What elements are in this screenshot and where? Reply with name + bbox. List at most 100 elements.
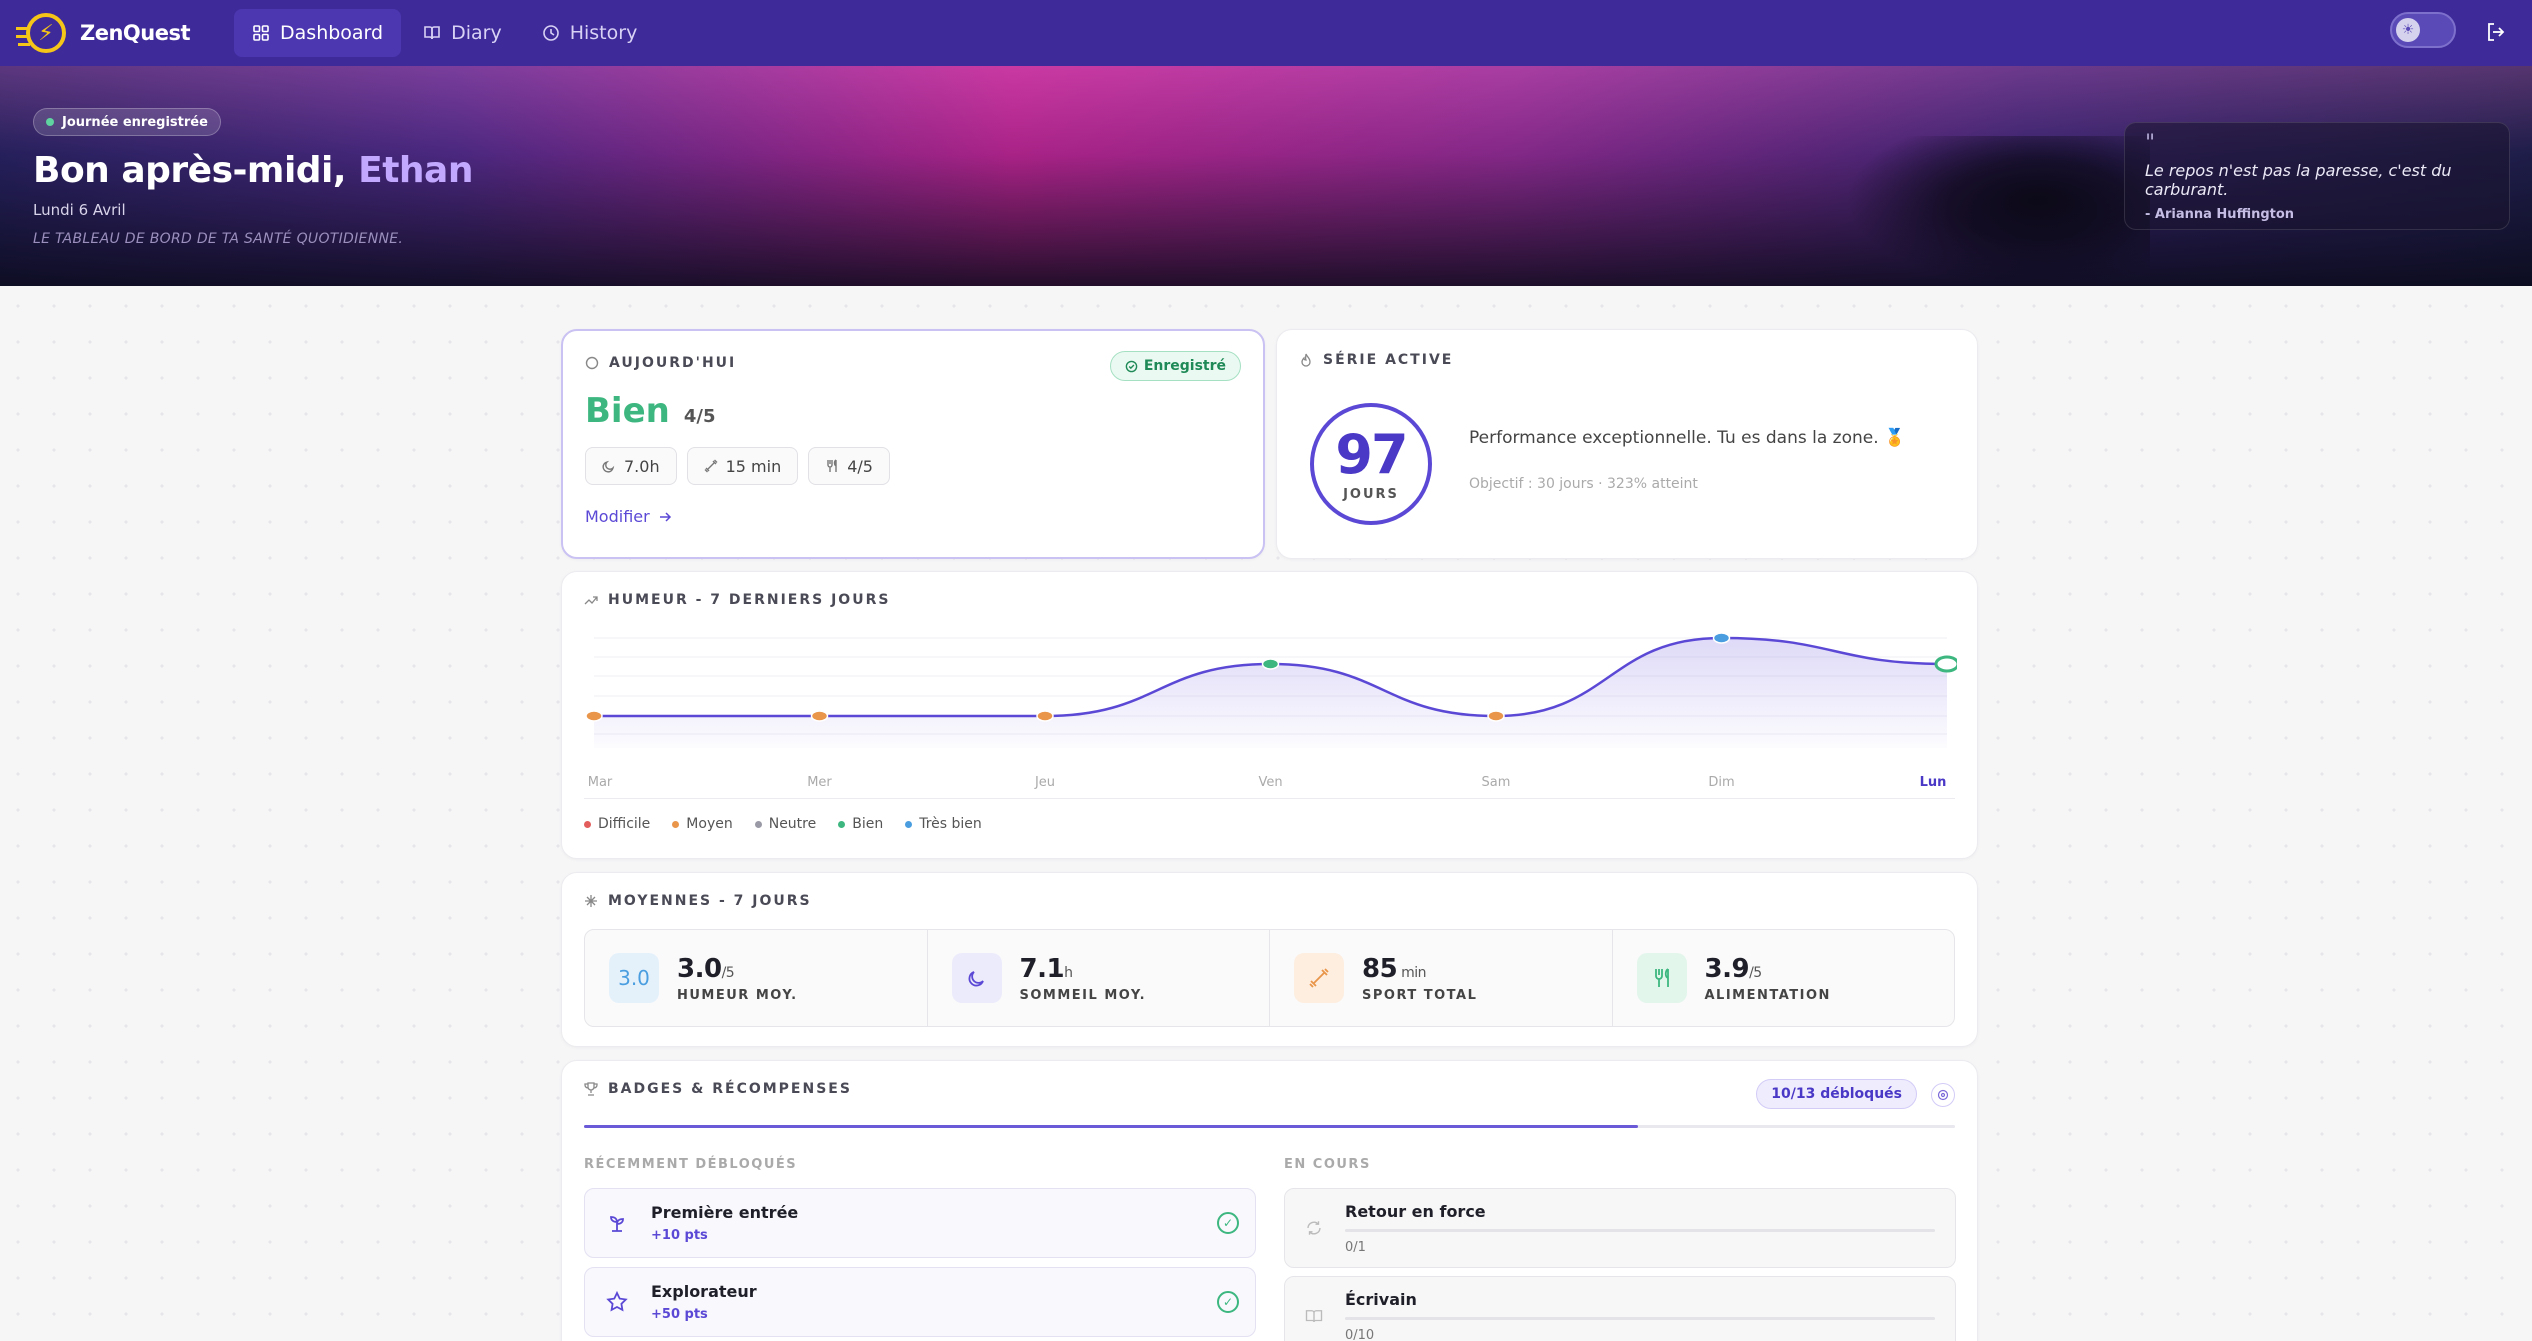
badge-comeback[interactable]: Retour en force 0/1 xyxy=(1284,1188,1956,1268)
avg-mood-icon-text: 3.0 xyxy=(618,966,650,990)
moon-icon xyxy=(602,460,615,473)
mood-point xyxy=(1261,658,1280,670)
top-navbar: ⚡ ZenQuest Dashboard Diary History ☀ xyxy=(0,0,2532,66)
app-name: ZenQuest xyxy=(80,21,191,45)
status-dot-icon xyxy=(46,118,54,126)
badge-writer[interactable]: Écrivain 0/10 xyxy=(1284,1276,1956,1341)
food-value: 4/5 xyxy=(847,456,873,476)
avg-sport-label: SPORT TOTAL xyxy=(1362,987,1478,1003)
status-label: Enregistré xyxy=(1143,358,1226,374)
sleep-value: 7.0h xyxy=(624,456,660,476)
mood-legend: Difficile Moyen Neutre Bien Très bien xyxy=(584,816,982,832)
avg-sleep-label: SOMMEIL MOY. xyxy=(1019,987,1147,1003)
logout-button[interactable] xyxy=(2474,10,2518,54)
badge-name: Retour en force xyxy=(1345,1201,1486,1221)
star-icon xyxy=(606,1290,628,1312)
avg-food-unit: /5 xyxy=(1749,964,1762,981)
hero-subtitle: LE TABLEAU DE BORD DE TA SANTÉ QUOTIDIEN… xyxy=(33,231,404,247)
legend-item: Moyen xyxy=(672,816,733,832)
logo[interactable]: ⚡ ZenQuest xyxy=(16,13,191,53)
streak-title: SÉRIE ACTIVE xyxy=(1323,352,1454,368)
dumbbell-icon xyxy=(704,459,718,473)
in-progress-title: EN COURS xyxy=(1284,1157,1371,1172)
averages-card: MOYENNES - 7 JOURS 3.0 3.0/5 HUMEUR MOY.… xyxy=(561,872,1978,1047)
arrow-right-icon xyxy=(659,511,671,522)
badges-card: BADGES & RÉCOMPENSES 10/13 débloqués RÉC… xyxy=(561,1060,1978,1341)
recent-badges-title: RÉCEMMENT DÉBLOQUÉS xyxy=(584,1157,798,1172)
circle-icon xyxy=(585,356,599,370)
legend-dot-icon xyxy=(838,820,846,828)
refresh-icon xyxy=(1307,1221,1321,1235)
legend-dot-icon xyxy=(754,820,762,828)
mood-chart-title: HUMEUR - 7 DERNIERS JOURS xyxy=(608,592,891,608)
badge-name: Écrivain xyxy=(1345,1289,1417,1309)
today-title: AUJOURD'HUI xyxy=(609,355,737,371)
legend-label: Difficile xyxy=(598,816,651,832)
badges-title: BADGES & RÉCOMPENSES xyxy=(608,1081,852,1097)
grid-icon xyxy=(253,25,269,41)
nav-dashboard-label: Dashboard xyxy=(280,22,384,44)
theme-toggle[interactable]: ☀ xyxy=(2390,12,2456,48)
check-circle-icon: ✓ xyxy=(1217,1212,1239,1234)
legend-label: Très bien xyxy=(919,816,982,832)
streak-goal: Objectif : 30 jours · 323% atteint xyxy=(1469,476,1698,492)
x-tick-label: Mer xyxy=(807,775,832,790)
today-card: AUJOURD'HUI Enregistré Bien 4/5 7.0h 15 … xyxy=(561,329,1265,559)
avg-sport-value: 85 xyxy=(1362,953,1398,984)
avg-sport: 85 min SPORT TOTAL xyxy=(1270,930,1613,1026)
badge-explorer[interactable]: Explorateur +50 pts ✓ xyxy=(584,1267,1256,1337)
badges-info-button[interactable] xyxy=(1931,1083,1955,1107)
badge-progress-track xyxy=(1345,1316,1935,1320)
quote-icon: " xyxy=(2145,131,2156,156)
badge-name: Explorateur xyxy=(651,1282,757,1301)
flame-icon xyxy=(1301,353,1311,367)
food-chip: 4/5 xyxy=(808,447,890,485)
avg-sleep: 7.1h SOMMEIL MOY. xyxy=(928,930,1270,1026)
nav-diary[interactable]: Diary xyxy=(405,9,520,57)
avg-mood: 3.0 3.0/5 HUMEUR MOY. xyxy=(585,930,928,1026)
avg-mood-unit: /5 xyxy=(721,964,735,981)
nav-dashboard[interactable]: Dashboard xyxy=(234,9,402,57)
sun-icon: ☀ xyxy=(2396,18,2420,42)
sport-value: 15 min xyxy=(725,456,782,476)
badges-progress-fill xyxy=(584,1125,1639,1128)
sparkle-icon xyxy=(585,895,597,907)
sleep-chip: 7.0h xyxy=(585,447,677,485)
trend-icon xyxy=(584,596,598,605)
badge-first-entry[interactable]: Première entrée +10 pts ✓ xyxy=(584,1188,1256,1258)
streak-card: SÉRIE ACTIVE 97 JOURS Performance except… xyxy=(1276,329,1978,559)
nav-history[interactable]: History xyxy=(524,9,656,57)
utensils-icon xyxy=(827,459,837,472)
avg-mood-value: 3.0 xyxy=(677,953,722,984)
status-badge: Enregistré xyxy=(1109,351,1241,381)
logged-day-label: Journée enregistrée xyxy=(62,114,208,130)
trophy-icon xyxy=(584,1082,598,1096)
legend-item: Très bien xyxy=(905,816,982,832)
badge-progress-track xyxy=(1345,1228,1935,1232)
mood-point xyxy=(585,710,603,722)
avg-food-label: ALIMENTATION xyxy=(1704,987,1831,1003)
book-open-icon xyxy=(1305,1310,1323,1323)
mood-point xyxy=(1036,710,1054,722)
legend-item: Difficile xyxy=(584,816,650,832)
badge-points: +10 pts xyxy=(651,1228,708,1243)
avg-sleep-unit: h xyxy=(1064,964,1073,981)
badge-points: +50 pts xyxy=(651,1307,708,1322)
badges-progress-bar xyxy=(584,1125,1955,1128)
avg-food-value: 3.9 xyxy=(1704,953,1750,984)
avg-sport-unit: min xyxy=(1397,964,1427,981)
info-icon xyxy=(1937,1089,1949,1101)
legend-dot-icon xyxy=(905,820,913,828)
streak-unit: JOURS xyxy=(1343,486,1399,502)
mood-area xyxy=(594,638,1947,748)
x-tick-label: Ven xyxy=(1258,775,1282,790)
x-tick-label: Lun xyxy=(1920,775,1947,790)
lightning-logo-icon: ⚡ xyxy=(16,13,66,53)
legend-label: Bien xyxy=(852,816,884,832)
legend-dot-icon xyxy=(672,820,680,828)
modify-link[interactable]: Modifier xyxy=(585,507,672,526)
mood-line-chart: Mar Mer Jeu Ven Sam Dim Lun xyxy=(585,632,1957,790)
sport-chip: 15 min xyxy=(686,447,799,485)
current-date: Lundi 6 Avril xyxy=(33,201,126,219)
avg-food: 3.9/5 ALIMENTATION xyxy=(1613,930,1955,1026)
